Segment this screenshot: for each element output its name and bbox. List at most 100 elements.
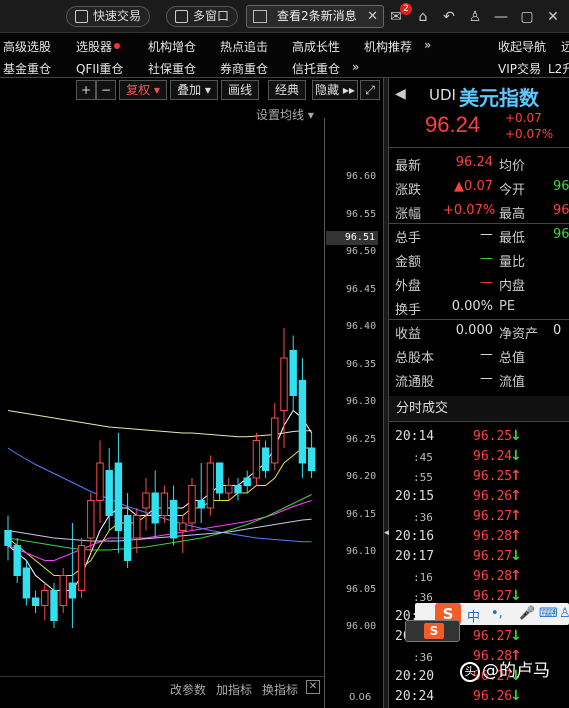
y-tick-label: 96.35	[346, 358, 377, 370]
draw-line-button[interactable]: 画线	[221, 80, 259, 100]
quote-header: ◀ UDI 美元指数 96.24 +0.07 +0.07%	[389, 78, 569, 148]
quote-row: 收益 0.000 净资产 0	[389, 320, 569, 344]
mic-icon[interactable]: 🎤	[519, 606, 535, 621]
quote-row: 最新 96.24 均价	[389, 152, 569, 176]
restore-icon[interactable]: ▢	[518, 8, 536, 26]
menu-item[interactable]: 券商重仓	[220, 60, 268, 77]
candle	[188, 478, 196, 531]
arrow-down-icon: ↓	[510, 548, 522, 564]
home-icon[interactable]: ⌂	[414, 8, 432, 26]
indicator-close-icon[interactable]: ✕	[306, 680, 320, 694]
menu-item[interactable]: 基金重仓	[3, 60, 51, 77]
multi-window-label: 多窗口	[193, 9, 230, 23]
sub-axis-value: 0.06	[349, 692, 372, 703]
candle-body	[169, 500, 178, 539]
zoom-in-button[interactable]: +	[76, 80, 96, 100]
tick-price: 96.25	[473, 429, 513, 444]
back-icon[interactable]: ↶	[440, 8, 458, 26]
current-price-marker: 96.51	[326, 231, 378, 245]
quote-label: 内盘	[499, 279, 526, 294]
tick-time: :45	[413, 451, 433, 464]
switch-indicator-button[interactable]: 换指标	[262, 681, 298, 698]
quote-label: 总值	[499, 351, 526, 366]
y-tick-label: 96.45	[346, 283, 377, 295]
quote-label: 最新	[395, 159, 422, 174]
menu-item[interactable]: 社保重仓	[148, 60, 196, 77]
tick-price: 96.25	[473, 469, 513, 484]
last-price: 96.24	[425, 112, 481, 137]
nav-row-2: 基金重仓 QFII重仓 社保重仓 券商重仓 信托重仓 » VIP交易 L2升	[0, 56, 569, 78]
candle	[206, 455, 215, 516]
quote-label: 总手	[395, 231, 422, 246]
candle-body	[142, 492, 150, 509]
notification-close-icon[interactable]: ✕	[367, 6, 378, 27]
zoom-out-button[interactable]: −	[96, 80, 116, 100]
candle	[87, 493, 95, 553]
fuquan-dropdown[interactable]: 复权 ▾	[119, 80, 167, 100]
candle-body	[225, 485, 233, 494]
kline-chart-panel: + − 复权 ▾ 叠加 ▾ 画线 经典 隐藏 ▸▸ ⤢ 设置均线 ▾ 96.60…	[0, 78, 383, 708]
quote-divider	[389, 319, 569, 320]
menu-item[interactable]: 信托重仓	[292, 60, 340, 77]
y-tick-label: 96.30	[346, 396, 377, 407]
y-tick-label: 96.15	[346, 508, 377, 520]
hide-button[interactable]: 隐藏 ▸▸	[312, 80, 358, 100]
menu-item[interactable]: VIP交易	[498, 60, 541, 77]
tick-time: 20:16	[395, 529, 435, 544]
menu-item[interactable]: L2升	[548, 60, 569, 77]
price-axis	[324, 118, 383, 708]
candle-body	[188, 485, 196, 524]
menu-item[interactable]: 高成长性	[292, 38, 340, 55]
quote-value: 96.24	[455, 155, 493, 170]
candle-body	[280, 357, 288, 411]
menu-more-icon[interactable]: »	[352, 60, 359, 74]
add-indicator-button[interactable]: 加指标	[216, 681, 252, 698]
ma-line	[7, 409, 313, 591]
menu-more-icon[interactable]: »	[424, 38, 431, 52]
candle-body	[59, 575, 67, 606]
notification-button[interactable]: 查看2条新消息 ✕	[246, 5, 384, 28]
menu-item[interactable]: 选股器	[76, 38, 121, 55]
candle	[123, 493, 132, 568]
candle-body	[50, 590, 58, 621]
quote-value: —	[480, 371, 493, 386]
menu-item[interactable]: QFII重仓	[76, 60, 123, 77]
expand-icon[interactable]: ⤢	[360, 80, 380, 100]
skin-icon[interactable]: ♙	[559, 606, 569, 621]
ime-punct-toggle[interactable]: •,	[491, 606, 503, 621]
minimize-icon[interactable]: —	[492, 8, 510, 26]
ime-lang-toggle[interactable]: 中	[467, 606, 480, 625]
candle-body	[160, 492, 169, 516]
menu-item[interactable]: 机构增仓	[148, 38, 196, 55]
tick-time: 20:20	[395, 669, 435, 684]
quick-trade-button[interactable]: 快速交易	[66, 6, 151, 27]
overlay-dropdown[interactable]: 叠加 ▾	[170, 80, 218, 100]
keyboard-icon[interactable]: ⌨	[539, 606, 558, 621]
menu-item[interactable]: 热点追击	[220, 38, 268, 55]
price-change: +0.07	[505, 111, 542, 125]
classic-button[interactable]: 经典	[268, 80, 306, 100]
candle	[215, 462, 224, 501]
shirt-icon[interactable]: ♙	[466, 8, 484, 26]
menu-item[interactable]: 收起导航	[498, 38, 546, 55]
candle-body	[252, 440, 261, 479]
candle	[77, 538, 86, 598]
quote-label: 换手	[395, 303, 422, 318]
close-icon[interactable]: ✕	[544, 8, 562, 26]
ime-toolbar[interactable]: S 中 •, 🎤 ⌨ ♙ S	[405, 603, 569, 642]
y-tick-label: 96.05	[346, 583, 377, 595]
multi-window-button[interactable]: 多窗口	[166, 6, 239, 27]
quote-label: 最低	[499, 231, 526, 246]
menu-item[interactable]: 高级选股	[3, 38, 51, 55]
ime-mini-bar[interactable]: S	[405, 620, 460, 642]
quote-row: 外盘 — 内盘	[389, 272, 569, 296]
change-params-button[interactable]: 改参数	[170, 681, 206, 698]
tick-price: 96.24	[473, 449, 513, 464]
quote-row: 流通股 — 流值	[389, 368, 569, 392]
quote-value: —	[480, 227, 493, 242]
candle	[307, 433, 316, 478]
menu-item[interactable]: 机构推荐	[364, 38, 412, 55]
candle	[22, 560, 31, 606]
prev-symbol-icon[interactable]: ◀	[395, 86, 406, 102]
menu-item[interactable]: 远	[561, 38, 569, 55]
